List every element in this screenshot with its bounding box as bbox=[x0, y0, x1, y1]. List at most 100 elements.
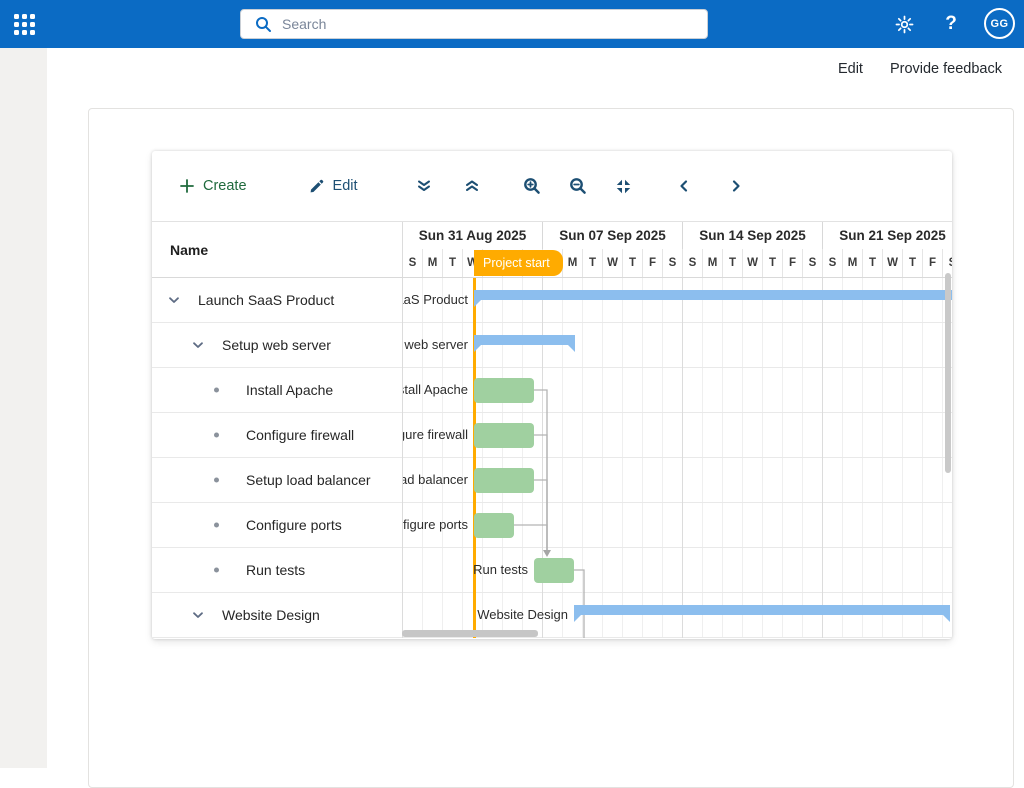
day-header-cell: M bbox=[563, 249, 583, 277]
task-bar-configure-firewall[interactable] bbox=[474, 423, 534, 448]
day-header-cell: S bbox=[803, 249, 823, 277]
project-start-line bbox=[473, 278, 476, 638]
chart-bar-label: Configure ports bbox=[403, 517, 468, 532]
chevron-down-icon[interactable] bbox=[190, 607, 206, 623]
day-header-cell: S bbox=[683, 249, 703, 277]
vertical-scrollbar-thumb[interactable] bbox=[945, 273, 951, 473]
app-grid-icon[interactable] bbox=[14, 14, 35, 35]
day-header-cell: T bbox=[443, 249, 463, 277]
day-header-cell: W bbox=[743, 249, 763, 277]
bullet-icon bbox=[214, 478, 219, 483]
task-name-label: Setup load balancer bbox=[246, 472, 371, 488]
project-start-marker: Project start bbox=[474, 250, 563, 276]
chart-bar-label: Setup load balancer bbox=[403, 472, 468, 487]
search-input[interactable] bbox=[282, 16, 662, 32]
zoom-in-icon[interactable] bbox=[522, 176, 542, 196]
left-sidebar-strip bbox=[0, 48, 47, 768]
task-name-label: Install Apache bbox=[246, 382, 333, 398]
timeline-day-header: SMTWTFSSMTWTFSSMTWTFSSMTWTFSProject star… bbox=[403, 249, 952, 278]
day-header-cell: T bbox=[583, 249, 603, 277]
week-header-cell: Sun 31 Aug 2025 bbox=[403, 222, 543, 249]
task-name-label: Configure firewall bbox=[246, 427, 354, 443]
page-actions: Edit Provide feedback bbox=[0, 61, 1002, 77]
task-row-configure-ports[interactable]: Configure ports bbox=[152, 503, 402, 548]
provide-feedback-link[interactable]: Provide feedback bbox=[890, 61, 1002, 77]
day-header-cell: F bbox=[923, 249, 943, 277]
day-header-cell: S bbox=[823, 249, 843, 277]
day-header-cell: M bbox=[703, 249, 723, 277]
task-bar-configure-ports[interactable] bbox=[474, 513, 514, 538]
task-name-label: Launch SaaS Product bbox=[198, 292, 334, 308]
gantt-chart-area: Launch SaaS Product Setup web server Insta… bbox=[403, 278, 952, 638]
week-boundary-line bbox=[542, 278, 543, 638]
gantt-grid: Name Sun 31 Aug 2025Sun 07 Sep 2025Sun 1… bbox=[152, 221, 952, 639]
edit-link[interactable]: Edit bbox=[838, 61, 863, 77]
day-header-cell: W bbox=[883, 249, 903, 277]
day-header-cell: F bbox=[783, 249, 803, 277]
day-header-cell: T bbox=[863, 249, 883, 277]
task-bar-install-apache[interactable] bbox=[474, 378, 534, 403]
plus-icon bbox=[179, 178, 195, 194]
bullet-icon bbox=[214, 568, 219, 573]
day-header-cell: S bbox=[663, 249, 683, 277]
summary-bar-setup-web-server[interactable] bbox=[474, 335, 575, 345]
task-row-install-apache[interactable]: Install Apache bbox=[152, 368, 402, 413]
double-chevron-up-icon[interactable] bbox=[462, 176, 482, 196]
week-header-cell: Sun 14 Sep 2025 bbox=[683, 222, 823, 249]
day-header-cell: M bbox=[423, 249, 443, 277]
gantt-panel: Create Edit bbox=[152, 151, 952, 639]
summary-bar-launch-saas-product[interactable] bbox=[474, 290, 952, 300]
zoom-out-icon[interactable] bbox=[568, 176, 588, 196]
gantt-toolbar: Create Edit bbox=[152, 151, 952, 221]
task-row-configure-firewall[interactable]: Configure firewall bbox=[152, 413, 402, 458]
pencil-icon bbox=[309, 178, 325, 194]
day-header-cell: T bbox=[723, 249, 743, 277]
horizontal-scrollbar-thumb[interactable] bbox=[402, 630, 538, 637]
chart-bar-label: Setup web server bbox=[403, 337, 468, 352]
search-icon bbox=[255, 16, 272, 33]
task-row-launch-saas-product[interactable]: Launch SaaS Product bbox=[152, 278, 402, 323]
name-column-header: Name bbox=[152, 222, 403, 278]
day-header-cell: S bbox=[403, 249, 423, 277]
chevron-right-icon[interactable] bbox=[726, 176, 746, 196]
chevron-down-icon[interactable] bbox=[166, 292, 182, 308]
avatar[interactable]: GG bbox=[984, 8, 1015, 39]
summary-bar-website-design[interactable] bbox=[574, 605, 950, 615]
task-row-run-tests[interactable]: Run tests bbox=[152, 548, 402, 593]
task-row-website-design[interactable]: Website Design bbox=[152, 593, 402, 638]
create-button[interactable]: Create bbox=[179, 178, 247, 194]
chart-bar-label: Website Design bbox=[477, 607, 568, 622]
day-header-cell: T bbox=[623, 249, 643, 277]
task-row-setup-load-balancer[interactable]: Setup load balancer bbox=[152, 458, 402, 503]
settings-gear-icon[interactable] bbox=[892, 12, 916, 36]
chevron-down-icon[interactable] bbox=[190, 337, 206, 353]
help-icon[interactable]: ? bbox=[939, 12, 963, 36]
dependency-lines bbox=[403, 278, 952, 638]
task-name-label: Configure ports bbox=[246, 517, 342, 533]
week-header-cell: Sun 07 Sep 2025 bbox=[543, 222, 683, 249]
fit-to-screen-icon[interactable] bbox=[614, 176, 634, 196]
top-navigation-bar: ? GG bbox=[0, 0, 1024, 48]
global-search bbox=[240, 9, 708, 39]
edit-button[interactable]: Edit bbox=[309, 178, 358, 194]
chart-bar-label: Configure firewall bbox=[403, 427, 468, 442]
chevron-left-icon[interactable] bbox=[674, 176, 694, 196]
day-header-cell: T bbox=[903, 249, 923, 277]
day-header-cell: F bbox=[643, 249, 663, 277]
task-row-setup-web-server[interactable]: Setup web server bbox=[152, 323, 402, 368]
bullet-icon bbox=[214, 523, 219, 528]
chart-bar-label: Launch SaaS Product bbox=[403, 292, 468, 307]
task-name-label: Run tests bbox=[246, 562, 305, 578]
day-header-cell: M bbox=[843, 249, 863, 277]
double-chevron-down-icon[interactable] bbox=[414, 176, 434, 196]
task-name-label: Website Design bbox=[222, 607, 320, 623]
day-header-cell: W bbox=[603, 249, 623, 277]
chart-bar-label: Install Apache bbox=[403, 382, 468, 397]
day-header-cell: T bbox=[763, 249, 783, 277]
task-bar-run-tests[interactable] bbox=[534, 558, 574, 583]
task-bar-setup-load-balancer[interactable] bbox=[474, 468, 534, 493]
task-name-label: Setup web server bbox=[222, 337, 331, 353]
week-boundary-line bbox=[822, 278, 823, 638]
bullet-icon bbox=[214, 388, 219, 393]
week-header-cell: Sun 21 Sep 2025 bbox=[823, 222, 952, 249]
